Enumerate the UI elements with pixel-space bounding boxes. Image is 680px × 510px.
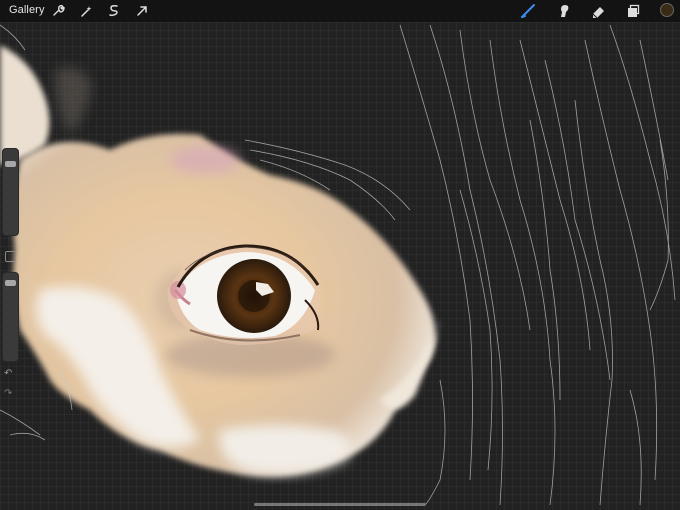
- left-sidebar: ↶ ↷: [2, 148, 19, 404]
- smudge-icon[interactable]: [556, 3, 572, 19]
- brush-size-slider[interactable]: [2, 148, 19, 236]
- artwork: [0, 24, 676, 506]
- adjustments-icon[interactable]: [78, 3, 94, 19]
- brush-size-thumb[interactable]: [5, 161, 16, 167]
- undo-icon[interactable]: ↶: [4, 368, 12, 379]
- opacity-thumb[interactable]: [5, 280, 16, 286]
- home-indicator: [254, 503, 426, 506]
- top-toolbar: Gallery: [0, 0, 680, 22]
- gallery-button[interactable]: Gallery: [9, 4, 45, 16]
- selection-icon[interactable]: [106, 3, 122, 19]
- eraser-icon[interactable]: [590, 3, 606, 19]
- redo-icon[interactable]: ↷: [4, 388, 12, 399]
- brush-icon[interactable]: [520, 3, 536, 19]
- color-picker-button[interactable]: [660, 3, 674, 17]
- actions-icon[interactable]: [50, 3, 66, 19]
- drawing-canvas[interactable]: [0, 22, 680, 510]
- opacity-slider[interactable]: [2, 272, 19, 362]
- transform-icon[interactable]: [134, 3, 150, 19]
- layers-icon[interactable]: [625, 3, 641, 19]
- modify-button[interactable]: [5, 251, 16, 262]
